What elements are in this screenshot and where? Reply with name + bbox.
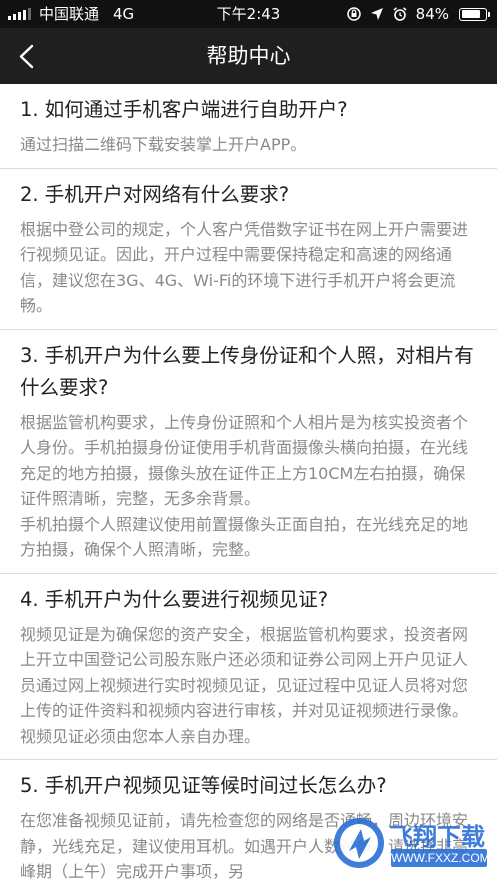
location-icon xyxy=(370,8,383,20)
faq-answer: 通过扫描二维码下载安装掌上开户APP。 xyxy=(20,132,479,168)
answer-paragraph: 根据监管机构要求，上传身份证照和个人相片是为核实投资者个人身份。手机拍摄身份证使… xyxy=(20,412,469,509)
faq-item: 3. 手机开户为什么要上传身份证和个人照，对相片有什么要求? 根据监管机构要求，… xyxy=(0,330,497,574)
watermark-logo: 飞翔下载 WWW.FXXZ.COM xyxy=(331,809,491,879)
faq-question: 1. 如何通过手机客户端进行自助开户? xyxy=(20,98,348,121)
answer-paragraph: 视频见证是为确保您的资产安全，根据监管机构要求，投资者网上开立中国登记公司股东账… xyxy=(20,624,469,746)
watermark-url: WWW.FXXZ.COM xyxy=(391,849,490,867)
watermark-emblem-icon xyxy=(334,818,384,868)
alarm-icon xyxy=(393,7,407,21)
answer-paragraph: 手机拍摄个人照建议使用前置摄像头正面自拍，在光线充足的地方拍摄，确保个人照清晰，… xyxy=(20,514,469,560)
faq-item: 4. 手机开户为什么要进行视频见证? 视频见证是为确保您的资产安全，根据监管机构… xyxy=(0,574,497,760)
answer-paragraph: 根据中登公司的规定，个人客户凭借数字证书在网上开户需要进行视频见证。因此，开户过… xyxy=(20,219,469,316)
answer-paragraph: 通过扫描二维码下载安装掌上开户APP。 xyxy=(20,135,307,154)
faq-question: 2. 手机开户对网络有什么要求? xyxy=(20,182,290,206)
watermark-brand: 飞翔下载 xyxy=(389,824,485,851)
faq-answer: 根据监管机构要求，上传身份证照和个人相片是为核实投资者个人身份。手机拍摄身份证使… xyxy=(20,410,479,573)
status-bar: 中国联通 4G 下午2:43 84% xyxy=(0,0,497,28)
battery-icon xyxy=(459,7,490,21)
rotation-lock-icon xyxy=(346,7,361,21)
nav-bar: 帮助中心 xyxy=(0,28,497,84)
faq-answer: 视频见证是为确保您的资产安全，根据监管机构要求，投资者网上开立中国登记公司股东账… xyxy=(20,622,479,760)
page-title: 帮助中心 xyxy=(206,44,291,68)
faq-item: 1. 如何通过手机客户端进行自助开户? 通过扫描二维码下载安装掌上开户APP。 xyxy=(0,84,497,169)
status-right: 84% xyxy=(346,0,490,28)
faq-question: 3. 手机开户为什么要上传身份证和个人照，对相片有什么要求? xyxy=(20,343,474,399)
faq-item: 2. 手机开户对网络有什么要求? 根据中登公司的规定，个人客户凭借数字证书在网上… xyxy=(0,169,497,330)
faq-question: 5. 手机开户视频见证等候时间过长怎么办? xyxy=(20,774,387,797)
battery-percent: 84% xyxy=(415,5,449,23)
faq-list: 1. 如何通过手机客户端进行自助开户? 通过扫描二维码下载安装掌上开户APP。 … xyxy=(0,84,497,883)
faq-question: 4. 手机开户为什么要进行视频见证? xyxy=(20,587,329,611)
faq-answer: 根据中登公司的规定，个人客户凭借数字证书在网上开户需要进行视频见证。因此，开户过… xyxy=(20,217,479,329)
